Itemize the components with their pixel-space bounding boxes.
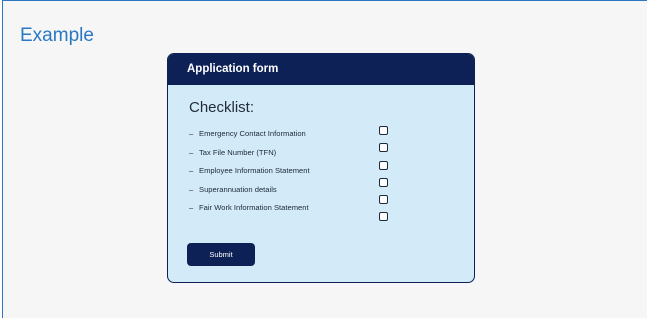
checklist-item-label: Employee Information Statement — [199, 166, 310, 175]
submit-button[interactable]: Submit — [187, 243, 255, 266]
checklist-item-label: Tax File Number (TFN) — [199, 147, 277, 157]
application-form-card: Application form Checklist: – Emergency C… — [167, 53, 475, 283]
form-header: Application form — [168, 54, 474, 85]
checklist-item: – Tax File Number (TFN) — [189, 147, 310, 166]
checkbox-superannuation[interactable] — [379, 177, 388, 187]
checklist-items: – Emergency Contact Information – Tax File… — [189, 128, 310, 221]
checklist-item: – Fair Work Information Statement — [189, 202, 310, 221]
checkbox-tfn[interactable] — [379, 143, 388, 153]
item-bullet: – — [189, 203, 194, 212]
checklist-item-label: Fair Work Information Statement — [199, 203, 309, 212]
item-bullet: – — [189, 184, 194, 194]
checkbox-emergency-contact[interactable] — [379, 126, 388, 135]
checkbox-extra[interactable] — [379, 212, 388, 222]
checklist-item: – Superannuation details — [189, 184, 310, 203]
item-bullet: – — [189, 147, 194, 157]
checklist-item-label: Emergency Contact Information — [199, 129, 306, 138]
checkbox-employee-info[interactable] — [379, 160, 388, 170]
checklist-item-label: Superannuation details — [199, 184, 277, 194]
example-title: Example — [20, 25, 94, 46]
checkbox-column — [379, 126, 388, 230]
checklist-item: – Employee Information Statement — [189, 165, 310, 184]
checklist-item: – Emergency Contact Information — [189, 128, 310, 147]
checkbox-fair-work[interactable] — [379, 195, 388, 205]
item-bullet: – — [189, 166, 194, 175]
checklist-title: Checklist: — [189, 99, 255, 116]
item-bullet: – — [189, 129, 194, 138]
example-frame: Example Application form Checklist: – Eme… — [2, 0, 647, 318]
